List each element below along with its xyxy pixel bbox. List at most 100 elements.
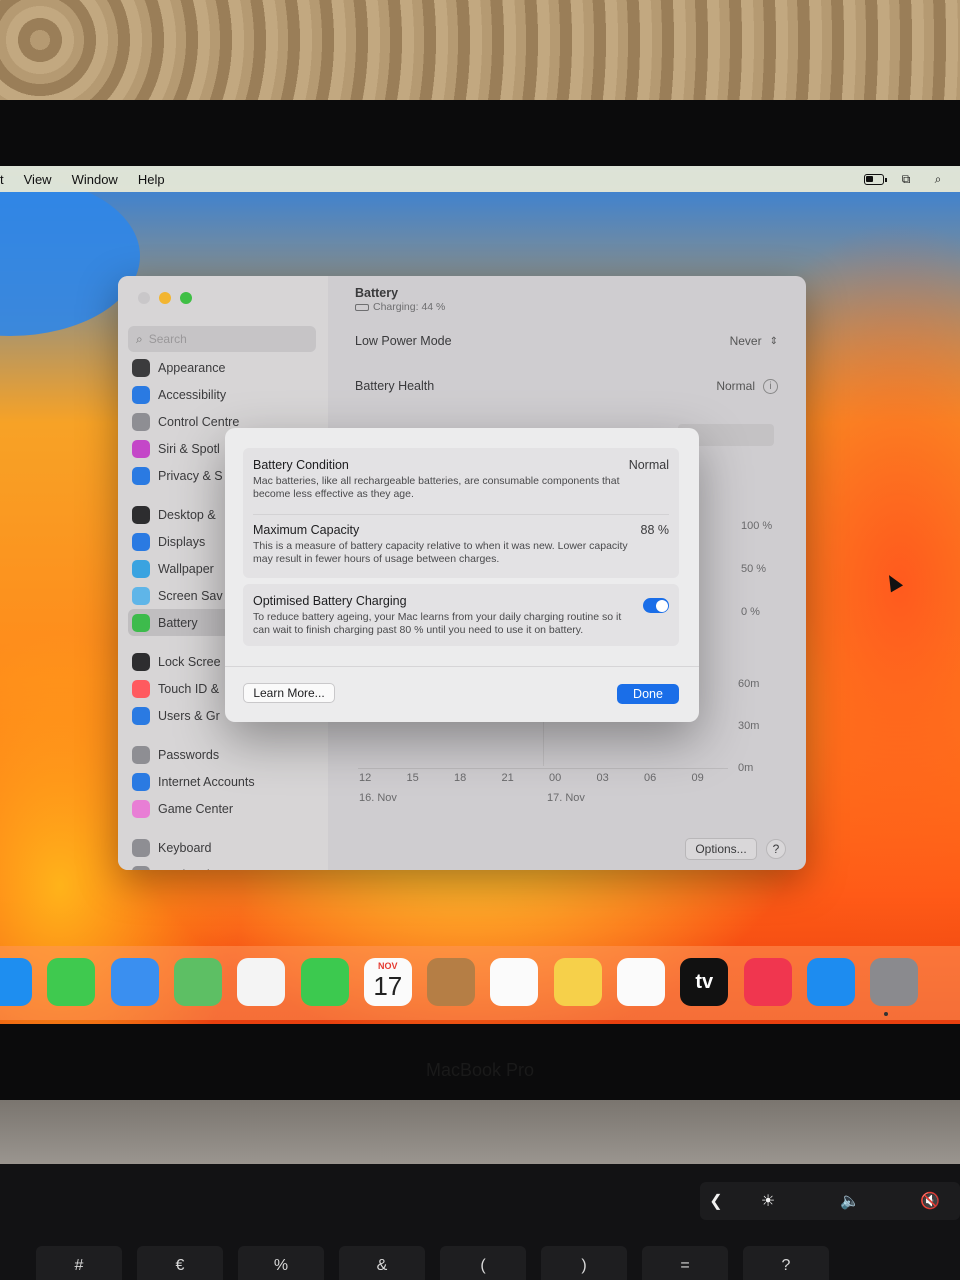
optimised-charging-toggle[interactable] xyxy=(643,598,669,613)
mouse-cursor xyxy=(882,571,904,593)
brightness-icon[interactable]: ☀ xyxy=(756,1190,780,1212)
messages-icon[interactable] xyxy=(47,958,96,1006)
sidebar-item-passwords[interactable]: Passwords xyxy=(132,741,322,768)
key-icon xyxy=(132,745,150,764)
sidebar-item-label: Lock Scree xyxy=(158,654,221,669)
control-centre-icon xyxy=(132,412,150,431)
menu-item-view[interactable]: View xyxy=(14,172,62,187)
learn-more-button[interactable]: Learn More... xyxy=(243,683,335,703)
keyboard-key: € xyxy=(137,1246,223,1280)
notes-icon[interactable] xyxy=(553,958,602,1006)
displays-icon xyxy=(132,532,150,551)
battery-health-dialog: Battery Condition Normal Mac batteries, … xyxy=(225,428,699,722)
control-centre-icon[interactable]: ⧉ xyxy=(896,172,916,186)
calendar-icon[interactable]: NOV 17 xyxy=(363,958,412,1006)
menu-item-help[interactable]: Help xyxy=(128,172,175,187)
facetime-icon[interactable] xyxy=(300,958,349,1006)
freeform-icon[interactable] xyxy=(617,958,665,1006)
chevron-left-icon[interactable]: ❮ xyxy=(704,1190,728,1212)
room-wallpaper xyxy=(0,0,960,105)
sidebar-item-label: Game Center xyxy=(158,801,234,816)
maps-icon[interactable] xyxy=(173,958,222,1006)
sidebar-item-label: Privacy & S xyxy=(158,468,223,483)
sidebar-item-label: Keyboard xyxy=(158,840,212,855)
minimize-button[interactable] xyxy=(159,292,171,304)
contacts-icon[interactable] xyxy=(427,958,476,1006)
pct-axis-label-0: 0 % xyxy=(741,606,760,618)
close-button[interactable] xyxy=(138,292,150,304)
maximum-capacity-description: This is a measure of battery capacity re… xyxy=(253,540,628,565)
calendar-day: 17 xyxy=(373,971,403,1001)
apple-tv-icon[interactable]: tv xyxy=(680,958,729,1006)
info-icon[interactable]: i xyxy=(763,378,778,394)
sidebar-item-label: Touch ID & xyxy=(158,681,220,696)
options-button[interactable]: Options... xyxy=(685,838,757,860)
x-tick-label: 06 xyxy=(644,772,657,784)
sidebar-item-label: Battery xyxy=(158,615,198,630)
system-settings-icon[interactable] xyxy=(870,958,919,1006)
x-tick-label: 09 xyxy=(691,772,704,784)
menubar: t View Window Help ⧉ ⌕ xyxy=(0,166,960,192)
sidebar-item-label: Control Centre xyxy=(158,414,240,429)
mute-icon[interactable]: 🔇 xyxy=(918,1190,942,1212)
game-center-icon xyxy=(132,799,150,818)
sidebar-item-label: Appearance xyxy=(158,360,226,375)
music-icon[interactable] xyxy=(743,958,792,1006)
volume-icon[interactable]: 🔈 xyxy=(838,1190,862,1212)
mail-icon[interactable] xyxy=(110,958,159,1006)
zoom-button[interactable] xyxy=(180,292,192,304)
sidebar-item-game-center[interactable]: Game Center xyxy=(132,795,322,822)
sidebar-item-internet-accounts[interactable]: Internet Accounts xyxy=(132,768,322,795)
keyboard-key: ( xyxy=(440,1246,526,1280)
battery-health-value-group: Normal i xyxy=(716,378,778,394)
keyboard-key: ? xyxy=(743,1246,829,1280)
optimised-charging-card: Optimised Battery Charging To reduce bat… xyxy=(243,584,679,646)
sidebar-item-keyboard[interactable]: Keyboard xyxy=(132,834,322,861)
sidebar-item-label: Wallpaper xyxy=(158,561,214,576)
menu-item-app[interactable]: t xyxy=(0,172,14,187)
sidebar-item-accessibility[interactable]: Accessibility xyxy=(132,381,322,408)
sidebar-search-field[interactable]: ⌕ Search xyxy=(128,326,316,352)
maximum-capacity-section: Maximum Capacity 88 % This is a measure … xyxy=(253,523,669,566)
safari-icon[interactable] xyxy=(0,958,32,1006)
charging-status-text: Charging: 44 % xyxy=(373,301,446,313)
privacy-hand-icon xyxy=(132,466,150,485)
sidebar-item-trackpad[interactable]: Trackpad xyxy=(132,861,322,870)
wallpaper-icon xyxy=(132,559,150,578)
battery-condition-description: Mac batteries, like all rechargeable bat… xyxy=(253,475,620,500)
reminders-icon[interactable] xyxy=(490,958,539,1006)
maximum-capacity-value: 88 % xyxy=(640,523,670,537)
date-label-day2: 17. Nov xyxy=(547,792,585,804)
laptop-brand-label: MacBook Pro xyxy=(425,1060,535,1080)
sidebar-item-label: Displays xyxy=(158,534,206,549)
battery-status-icon[interactable] xyxy=(864,172,887,186)
app-store-icon[interactable] xyxy=(806,958,855,1006)
low-power-mode-label: Low Power Mode xyxy=(355,334,452,348)
menubar-status: ⧉ ⌕ xyxy=(864,172,960,186)
touch-bar: ❮ ☀ 🔈 🔇 xyxy=(700,1182,960,1220)
keyboard-key: & xyxy=(339,1246,425,1280)
menu-item-window[interactable]: Window xyxy=(62,172,128,187)
at-icon xyxy=(132,772,150,791)
sidebar-item-label: Users & Gr xyxy=(158,708,220,723)
date-label-day1: 16. Nov xyxy=(359,792,397,804)
x-tick-label: 21 xyxy=(501,772,514,784)
low-power-mode-popup[interactable]: Never ⇕ xyxy=(730,334,778,348)
optimised-charging-section: Optimised Battery Charging To reduce bat… xyxy=(253,594,669,637)
battery-condition-section: Battery Condition Normal Mac batteries, … xyxy=(253,458,669,501)
search-icon: ⌕ xyxy=(136,331,143,346)
battery-condition-title: Battery Condition xyxy=(253,458,349,472)
done-button[interactable]: Done xyxy=(617,684,679,704)
x-tick-label: 12 xyxy=(359,772,372,784)
sidebar-item-appearance[interactable]: Appearance xyxy=(132,354,322,381)
search-placeholder: Search xyxy=(148,332,187,346)
photos-icon[interactable] xyxy=(237,958,286,1006)
sidebar-item-label: Trackpad xyxy=(158,868,210,871)
x-tick-label: 18 xyxy=(454,772,467,784)
help-button[interactable]: ? xyxy=(766,839,786,859)
fingerprint-icon xyxy=(132,679,150,698)
sidebar-item-label: Passwords xyxy=(158,747,220,762)
low-power-mode-value: Never xyxy=(729,334,762,348)
spotlight-search-icon[interactable]: ⌕ xyxy=(928,172,948,186)
laptop-chin xyxy=(0,1100,960,1164)
